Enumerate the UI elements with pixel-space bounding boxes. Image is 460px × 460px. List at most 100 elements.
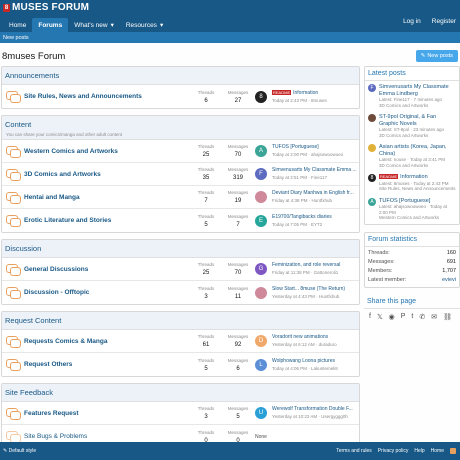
avatar[interactable]: L — [255, 358, 267, 371]
forum-category: Request Content Requests Comics & Manga Th… — [1, 311, 360, 377]
last-post-title[interactable]: E19700/Tangibacks diaries — [272, 214, 360, 221]
last-post-title[interactable]: Deviant Diary Manhwa in English fr... — [272, 190, 360, 197]
stat-value: 1,707 — [442, 267, 456, 274]
forum-chat-icon — [6, 359, 21, 371]
threads-count: 61 — [202, 342, 210, 348]
chevron-down-icon[interactable]: ▾ — [160, 21, 163, 29]
latest-post-body: ST-9pol Original, & Fan Graphic Novels La… — [379, 114, 456, 138]
rss-icon[interactable] — [450, 448, 456, 454]
latest-post-title[interactable]: Asian artists (Korea, Japan, China) — [379, 144, 456, 157]
avatar[interactable]: D — [255, 335, 267, 347]
last-post-title[interactable]: Werewolf Transformation Double F... — [272, 406, 360, 413]
latest-post-item: F Simvenusarts My Classmate Emma Lindberg… — [365, 81, 459, 111]
forum-title[interactable]: General Discussions — [24, 266, 88, 273]
last-post-meta: Today at 2:51 PM · Fine117 — [272, 175, 327, 180]
forum-title[interactable]: Erotic Literature and Stories — [24, 217, 111, 224]
tab-label: What's new — [74, 21, 108, 29]
forum-stats-title: Forum statistics — [365, 233, 459, 247]
threads-count: 7 — [204, 198, 208, 204]
new-posts-button[interactable]: ✎ New posts — [415, 50, 458, 62]
last-post-title[interactable]: TUFOS [Portuguese] — [272, 144, 360, 151]
messages-stat: Messages 7 — [224, 213, 252, 229]
forum-title[interactable]: Request Others — [24, 361, 72, 368]
tab-forums[interactable]: Forums — [32, 18, 69, 32]
forum-title[interactable]: Features Request — [24, 410, 79, 417]
facebook-icon[interactable]: f — [369, 313, 371, 321]
avatar[interactable] — [255, 286, 267, 299]
footer-link[interactable]: Privacy policy — [378, 448, 409, 454]
latest-post-forum[interactable]: 3D Comics and Artworks — [379, 133, 456, 139]
email-icon[interactable]: ✉ — [431, 313, 437, 321]
chevron-down-icon[interactable]: ▾ — [111, 21, 114, 29]
latest-post-forum[interactable]: 3D Comics and Artworks — [379, 103, 456, 109]
new-posts-link[interactable]: New posts — [3, 35, 29, 41]
avatar[interactable]: F — [368, 84, 376, 92]
last-post-title-text: Werewolf Transformation Double F... — [272, 406, 353, 412]
avatar[interactable]: A — [368, 197, 376, 206]
forum-title[interactable]: Discussion - Offtopic — [24, 289, 89, 296]
avatar[interactable]: E — [255, 214, 267, 227]
forum-title[interactable]: Site Rules, News and Announcements — [24, 93, 142, 100]
last-post-title[interactable]: Wolphowang Loona pictures — [272, 358, 360, 365]
login-link[interactable]: Log in — [403, 18, 421, 25]
whatsapp-icon[interactable]: ✆ — [419, 313, 425, 321]
messages-count: 70 — [234, 270, 242, 276]
latest-post-forum[interactable]: 3D Comics and Artworks — [379, 163, 456, 169]
tab-whats-new[interactable]: What's new ▾ — [68, 18, 120, 32]
footer-link[interactable]: Home — [431, 448, 444, 454]
threads-count: 6 — [204, 97, 208, 104]
last-post-title-text: Simvenusarts My Classmate Emma ... — [272, 167, 357, 173]
messages-stat: Messages 19 — [224, 189, 252, 205]
forum-node: Discussion - Offtopic Threads 3 Messages 11 S… — [2, 281, 359, 304]
footer-link[interactable]: Terms and rules — [336, 448, 372, 454]
category-title[interactable]: Discussion — [2, 240, 359, 258]
last-post-title[interactable]: README Information — [272, 89, 360, 97]
category-title[interactable]: Site Feedback — [2, 384, 359, 402]
avatar[interactable]: U — [255, 407, 267, 419]
category-title[interactable]: Request Content — [2, 312, 359, 330]
threads-count: 25 — [202, 152, 210, 158]
footer-link[interactable]: Help — [414, 448, 424, 454]
avatar[interactable]: F — [255, 168, 267, 180]
avatar[interactable]: 8 — [368, 174, 376, 182]
last-post: Voradorit new animations Yesterday at 6:1… — [272, 334, 360, 348]
last-post-meta: Today at 2:00 PM · ahajsowoowoeo — [272, 152, 344, 157]
twitter-icon[interactable]: 𝕏 — [377, 313, 383, 321]
latest-post-forum[interactable]: Western Comics and Artworks — [379, 215, 456, 221]
last-post-title[interactable]: Simvenusarts My Classmate Emma ... — [272, 167, 360, 174]
messages-count: 27 — [234, 97, 242, 104]
last-post-title[interactable]: Feminization, and role reversal — [272, 262, 360, 269]
forum-title[interactable]: 3D Comics and Artworks — [24, 171, 101, 178]
category-title[interactable]: Announcements — [2, 67, 359, 85]
forum-title[interactable]: Site Bugs & Problems — [24, 433, 87, 440]
last-post-title[interactable]: Voradorit new animations — [272, 334, 360, 341]
last-post-meta: Today at 4:06 PM · Lakuntemeli8 — [272, 365, 338, 371]
avatar[interactable] — [255, 191, 267, 203]
stat-value[interactable]: evievi — [442, 276, 456, 285]
reddit-icon[interactable]: ◉ — [389, 313, 395, 321]
pinterest-icon[interactable]: P — [401, 313, 406, 321]
style-chooser[interactable]: Default style — [9, 448, 37, 454]
forum-node: 3D Comics and Artworks Threads 35 Messages 3… — [2, 163, 359, 186]
avatar[interactable] — [368, 144, 376, 152]
site-logo[interactable]: 8 MUSES FORUM — [3, 2, 89, 13]
latest-post-title[interactable]: ST-9pol Original, & Fan Graphic Novels — [379, 114, 456, 127]
register-link[interactable]: Register — [432, 18, 456, 25]
latest-post-forum[interactable]: Site Rules, News and Announcements — [379, 186, 456, 192]
forum-chat-icon — [6, 191, 21, 204]
avatar[interactable]: 8 — [255, 90, 267, 103]
forum-title[interactable]: Western Comics and Artworks — [24, 148, 118, 155]
link-icon[interactable]: ⛓ — [443, 313, 452, 321]
latest-posts-title[interactable]: Latest posts — [365, 67, 459, 81]
avatar[interactable]: A — [255, 145, 267, 157]
forum-category: Site Feedback Features Request Threads 3 Mes… — [1, 383, 360, 449]
avatar[interactable]: G — [255, 263, 267, 275]
last-post-title[interactable]: Slow Start... 8muse (The Return) — [272, 286, 360, 293]
forum-title[interactable]: Hentai and Manga — [24, 194, 80, 201]
tumblr-icon[interactable]: t — [411, 313, 413, 321]
avatar[interactable] — [368, 114, 376, 122]
tab-resources[interactable]: Resources ▾ — [120, 18, 169, 32]
latest-post-title[interactable]: Simvenusarts My Classmate Emma Lindberg — [379, 84, 456, 97]
tab-home[interactable]: Home — [3, 18, 32, 32]
forum-title[interactable]: Requests Comics & Manga — [24, 338, 107, 345]
